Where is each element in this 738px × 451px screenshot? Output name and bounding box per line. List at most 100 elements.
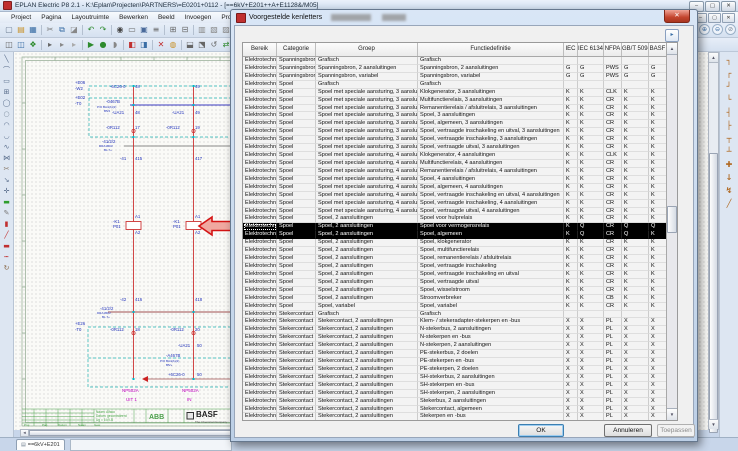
table-row[interactable]: Elektrotechni... Spoel Spoel, 2 aansluit…	[243, 271, 668, 279]
zoom-tool-icon[interactable]: ⊘	[725, 24, 736, 35]
toolbar-icon[interactable]: ◨	[138, 39, 150, 51]
connection-symbol-icon[interactable]: ↯	[722, 185, 736, 197]
menu-item[interactable]: Bewerken	[114, 14, 153, 21]
toolbar-icon[interactable]: ◉	[114, 24, 126, 36]
column-header-iec[interactable]: IEC	[564, 43, 578, 56]
window-control-icon[interactable]: ▢	[705, 1, 720, 12]
table-row[interactable]: Elektrotechni... Spoel Spoel met special…	[243, 168, 668, 176]
connection-symbol-icon[interactable]: └	[722, 94, 736, 106]
window-control-icon[interactable]: ✕	[721, 1, 736, 12]
table-row[interactable]: Elektrotechni... Stekercontact Stekercon…	[243, 398, 668, 406]
table-row[interactable]: Elektrotechni... Stekercontact Stekercon…	[243, 390, 668, 398]
column-header-basf[interactable]: BASF	[649, 43, 667, 56]
menu-item[interactable]: Invoegen	[180, 14, 217, 21]
toolbar-icon[interactable]: ↷	[97, 24, 109, 36]
toolbar-icon[interactable]: ↺	[208, 39, 220, 51]
table-row[interactable]: Elektrotechni... Stekercontact Stekercon…	[243, 366, 668, 374]
toolbar-icon[interactable]: ▤	[15, 24, 27, 36]
toolbar-icon[interactable]: ▸	[56, 39, 68, 51]
toolbar-icon[interactable]: ▧	[208, 24, 220, 36]
connection-symbol-icon[interactable]: ✚	[722, 159, 736, 171]
cancel-button[interactable]: Annuleren	[604, 424, 652, 437]
apply-button[interactable]: Toepassen	[657, 424, 695, 437]
column-header-iec61346[interactable]: IEC 61346	[578, 43, 604, 56]
toolbar-icon[interactable]: ↶	[85, 24, 97, 36]
page-tab[interactable]: ▤ ==6kV+E201	[16, 439, 65, 450]
toolbar-icon[interactable]: ◪	[68, 24, 80, 36]
table-row[interactable]: Elektrotechni... Spoel Spoel, 2 aansluit…	[243, 279, 668, 287]
toolbar-icon[interactable]: ◧	[126, 39, 138, 51]
table-row[interactable]: Elektrotechni... Spoel Spoel, 2 aansluit…	[243, 295, 668, 303]
scroll-up-icon[interactable]: ▲	[709, 53, 718, 63]
scrollbar-thumb[interactable]	[667, 206, 677, 233]
tool-icon[interactable]: ◠	[1, 120, 13, 131]
table-row[interactable]: Elektrotechni... Spanningsbron Spannings…	[243, 65, 668, 73]
table-row[interactable]: Elektrotechni... Spoel Grafisch Grafisch	[243, 81, 668, 89]
menu-item[interactable]: Pagina	[36, 14, 66, 21]
toolbar-icon[interactable]: ●	[97, 39, 109, 51]
tool-icon[interactable]: ▮	[1, 219, 13, 230]
table-row[interactable]: Elektrotechni... Stekercontact Stekercon…	[243, 358, 668, 366]
tool-icon[interactable]: ◡	[1, 131, 13, 142]
table-row[interactable]: Elektrotechni... Stekercontact Stekercon…	[243, 342, 668, 350]
table-row[interactable]: Elektrotechni... Spoel Spoel met special…	[243, 160, 668, 168]
menu-item[interactable]: Project	[6, 14, 36, 21]
toolbar-icon[interactable]: ▦	[27, 24, 39, 36]
tool-icon[interactable]: ╱	[1, 230, 13, 241]
toolbar-icon[interactable]: ▣	[138, 24, 150, 36]
toolbar-icon[interactable]: ◫	[15, 39, 27, 51]
tool-icon[interactable]: ○	[1, 109, 13, 120]
column-header-bereik[interactable]: Bereik	[243, 43, 277, 56]
mdi-control-icon[interactable]: ✕	[722, 13, 735, 23]
zoom-tool-icon[interactable]: ⊖	[712, 24, 723, 35]
toolbar-icon[interactable]: ⊟	[179, 24, 191, 36]
table-row[interactable]: Elektrotechni... Spanningsbron Spannings…	[243, 73, 668, 81]
tool-icon[interactable]: ↘	[1, 175, 13, 186]
toolbar-icon[interactable]: ▭	[126, 24, 138, 36]
connection-symbol-icon[interactable]: ├	[722, 120, 736, 132]
scroll-up-icon[interactable]: ▲	[667, 43, 677, 55]
table-row[interactable]: Elektrotechni... Spoel Spoel met special…	[243, 136, 668, 144]
toolbar-icon[interactable]: ▸	[44, 39, 56, 51]
tool-icon[interactable]: ▬	[1, 241, 13, 252]
table-row[interactable]: Elektrotechni... Spoel Spoel, 2 aansluit…	[243, 255, 668, 263]
toolbar-icon[interactable]: ◍	[167, 39, 179, 51]
table-row[interactable]: Elektrotechni... Spoel Spoel, 2 aansluit…	[243, 239, 668, 247]
table-scrollbar[interactable]: ▲ ▼	[666, 43, 677, 420]
table-row[interactable]: Elektrotechni... Spoel Spoel met special…	[243, 120, 668, 128]
toolbar-icon[interactable]: ▥	[196, 24, 208, 36]
table-row[interactable]: Elektrotechni... Spoel Spoel met special…	[243, 176, 668, 184]
table-row[interactable]: Elektrotechni... Spoel Spoel met special…	[243, 144, 668, 152]
table-row[interactable]: Elektrotechni... Stekercontact Grafisch …	[243, 311, 668, 319]
column-header-categorie[interactable]: Categorie	[277, 43, 316, 56]
connection-symbol-icon[interactable]: ┤	[722, 107, 736, 119]
table-row[interactable]: Elektrotechni... Spoel Spoel met special…	[243, 152, 668, 160]
table-row[interactable]: Elektrotechni... Stekercontact Stekercon…	[243, 382, 668, 390]
scroll-down-icon[interactable]: ▼	[667, 408, 677, 420]
tool-icon[interactable]: ◯	[1, 98, 13, 109]
connection-symbol-icon[interactable]: ┘	[722, 81, 736, 93]
column-header-groep[interactable]: Groep	[316, 43, 418, 56]
scroll-down-icon[interactable]: ▼	[709, 419, 718, 429]
tool-icon[interactable]: ✎	[1, 208, 13, 219]
toolbar-icon[interactable]: ⊞	[167, 24, 179, 36]
table-row[interactable]: Elektrotechni... Spoel Spoel met special…	[243, 89, 668, 97]
connection-symbol-icon[interactable]: ┐	[722, 55, 736, 67]
tool-icon[interactable]: ▬	[1, 197, 13, 208]
connection-symbol-icon[interactable]: ↓	[722, 172, 736, 184]
toolbar-icon[interactable]: ⧉	[56, 24, 68, 36]
table-row[interactable]: Elektrotechni... Spoel Spoel met special…	[243, 112, 668, 120]
tool-icon[interactable]: ∿	[1, 142, 13, 153]
column-header-gbt5094[interactable]: GB/T 5094	[622, 43, 649, 56]
column-header-functiedefinitie[interactable]: Functiedefinitie	[418, 43, 564, 56]
table-row[interactable]: Elektrotechni... Stekercontact Stekercon…	[243, 318, 668, 326]
table-row[interactable]: Elektrotechni... Spoel Spoel, 2 aansluit…	[243, 263, 668, 271]
table-row[interactable]: Elektrotechni... Spoel Spoel met special…	[243, 192, 668, 200]
connection-symbol-icon[interactable]: ┌	[722, 68, 736, 80]
table-row[interactable]: Elektrotechni... Stekercontact Stekercon…	[243, 326, 668, 334]
connection-symbol-icon[interactable]: ┬	[722, 133, 736, 145]
ok-button[interactable]: OK	[518, 424, 564, 437]
connection-symbol-icon[interactable]: ╱	[722, 198, 736, 210]
table-row[interactable]: Elektrotechni... Spoel Spoel, 2 aansluit…	[243, 215, 668, 223]
toolbar-icon[interactable]: ▢	[3, 24, 15, 36]
